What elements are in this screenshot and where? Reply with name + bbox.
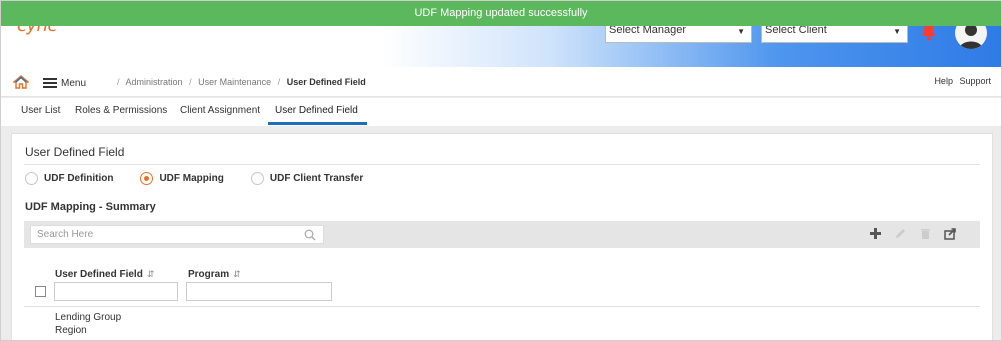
- program-filter-input[interactable]: [186, 282, 332, 301]
- help-links: Help Support: [930, 76, 991, 86]
- success-notification: UDF Mapping updated successfully: [1, 1, 1001, 26]
- column-label: Program: [188, 269, 230, 280]
- radio-button[interactable]: [25, 172, 38, 185]
- hamburger-icon: [43, 78, 57, 88]
- grid-toolbar: [24, 221, 980, 248]
- top-header: UDF Mapping updated successfully cync Se…: [1, 1, 1001, 67]
- breadcrumb: / Administration / User Maintenance / Us…: [117, 77, 366, 87]
- list-item: Lending Group: [55, 312, 122, 323]
- search-icon[interactable]: [304, 229, 316, 241]
- export-icon[interactable]: [943, 226, 958, 241]
- tab-roles-permissions[interactable]: Roles & Permissions: [75, 105, 167, 116]
- breadcrumb-administration[interactable]: Administration: [126, 77, 183, 87]
- divider: [24, 306, 980, 307]
- main-panel: User Defined Field UDF Definition UDF Ma…: [11, 133, 993, 340]
- page-title: User Defined Field: [25, 145, 125, 159]
- radio-udf-client-transfer[interactable]: UDF Client Transfer: [250, 172, 364, 185]
- breadcrumb-current: User Defined Field: [286, 77, 366, 87]
- app-window: UDF Mapping updated successfully cync Se…: [0, 0, 1002, 341]
- radio-label: UDF Definition: [44, 173, 114, 184]
- user-defined-field-filter-input[interactable]: [54, 282, 178, 301]
- support-link[interactable]: Support: [959, 76, 991, 86]
- sort-icon[interactable]: ⇵: [147, 269, 155, 279]
- list-item: Region: [55, 325, 87, 336]
- summary-title: UDF Mapping - Summary: [25, 201, 156, 213]
- column-header-program[interactable]: Program ⇵: [188, 269, 241, 280]
- plus-icon[interactable]: [868, 226, 883, 241]
- tab-bar: User List Roles & Permissions Client Ass…: [1, 98, 1001, 126]
- tab-user-defined-field[interactable]: User Defined Field: [275, 105, 358, 116]
- search-input[interactable]: [31, 226, 301, 243]
- help-link[interactable]: Help: [934, 76, 953, 86]
- menu-button[interactable]: Menu: [43, 76, 86, 90]
- search-box: [30, 225, 324, 244]
- menu-label: Menu: [61, 77, 87, 89]
- radio-label: UDF Client Transfer: [269, 173, 364, 184]
- select-all-checkbox[interactable]: [35, 286, 46, 297]
- breadcrumb-bar: Menu / Administration / User Maintenance…: [1, 67, 1001, 97]
- breadcrumb-user-maintenance[interactable]: User Maintenance: [198, 77, 271, 87]
- tab-user-list[interactable]: User List: [21, 105, 60, 116]
- trash-icon[interactable]: [918, 226, 933, 241]
- column-header-user-defined-field[interactable]: User Defined Field ⇵: [55, 269, 154, 280]
- radio-udf-definition[interactable]: UDF Definition: [25, 172, 113, 185]
- radio-udf-mapping[interactable]: UDF Mapping: [140, 172, 224, 185]
- chevron-down-icon: ▼: [893, 27, 901, 36]
- column-label: User Defined Field: [55, 269, 143, 280]
- home-icon[interactable]: [13, 75, 29, 89]
- chevron-down-icon: ▼: [737, 27, 745, 36]
- pencil-icon[interactable]: [893, 226, 908, 241]
- active-tab-indicator: [268, 122, 367, 125]
- divider: [24, 164, 980, 165]
- radio-label: UDF Mapping: [159, 173, 224, 184]
- tab-client-assignment[interactable]: Client Assignment: [180, 105, 260, 116]
- radio-button[interactable]: [250, 172, 264, 185]
- radio-button-selected[interactable]: [140, 172, 154, 185]
- grid-actions: [868, 226, 958, 241]
- sort-icon[interactable]: ⇵: [233, 269, 241, 279]
- udf-mode-radio-group: UDF Definition UDF Mapping UDF Client Tr…: [25, 172, 390, 185]
